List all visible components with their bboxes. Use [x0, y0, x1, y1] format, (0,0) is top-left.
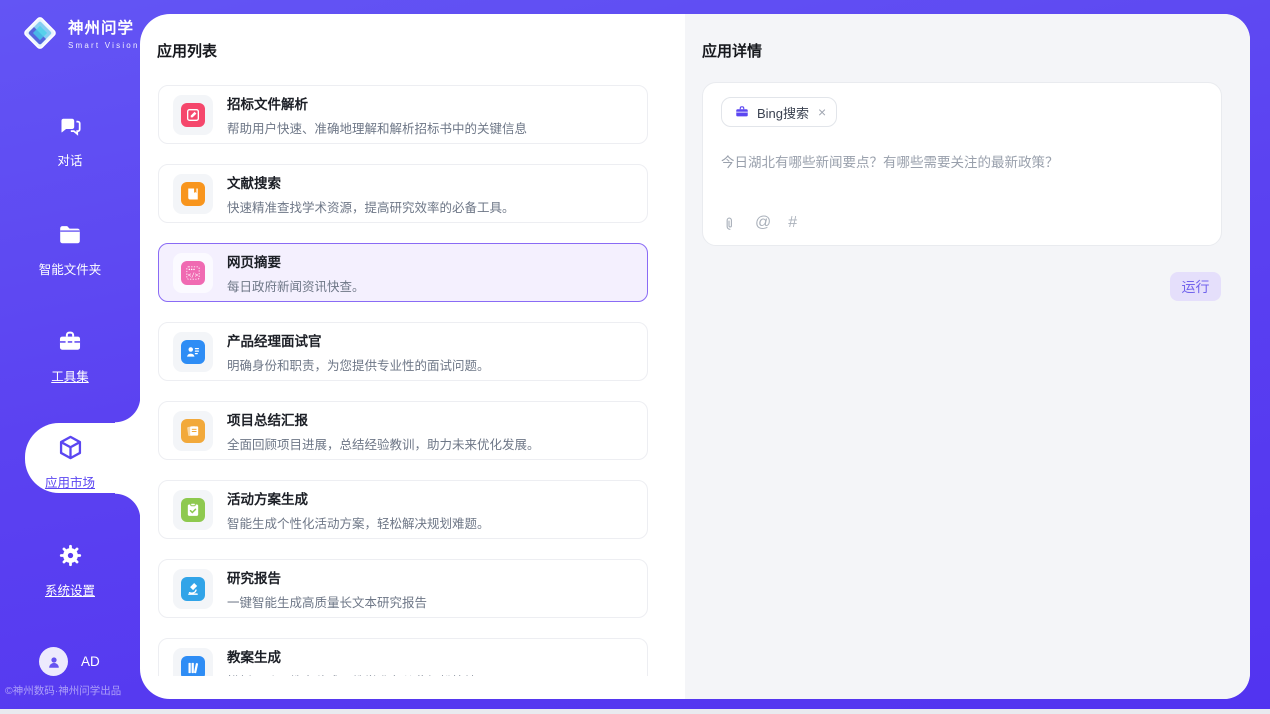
sidebar-item-folder[interactable]: 智能文件夹 [0, 221, 140, 278]
sidebar-item-gear[interactable]: 系统设置 [0, 541, 140, 599]
avatar [39, 647, 68, 676]
app-icon-tile [173, 95, 213, 135]
main-panel: 应用列表 招标文件解析 帮助用户快速、准确地理解和解析招标书中的关键信息 文献搜… [140, 14, 1250, 699]
brand-name: 神州问学 [68, 20, 134, 37]
sidebar-item-chat[interactable]: 对话 [0, 112, 140, 169]
paperclip-icon[interactable] [721, 215, 738, 232]
diamond-logo-icon [20, 13, 60, 53]
app-icon-tile [173, 569, 213, 609]
app-card[interactable]: </> 网页摘要 每日政府新闻资讯快查。 [158, 243, 648, 302]
briefcase-icon [734, 104, 750, 120]
sidebar-footer: ©神州数码·神州问学出品 [5, 683, 140, 698]
app-list: 招标文件解析 帮助用户快速、准确地理解和解析招标书中的关键信息 文献搜索 快速精… [158, 82, 648, 676]
page-bottom-strip [0, 709, 1270, 714]
chat-icon [56, 112, 84, 140]
app-list-title: 应用列表 [157, 40, 217, 61]
mention-icon[interactable]: @ [755, 214, 771, 232]
app-icon-tile [173, 411, 213, 451]
app-icon-tile [173, 490, 213, 530]
app-detail-title: 应用详情 [702, 40, 762, 61]
cube-icon [56, 433, 85, 462]
app-icon-tile [173, 174, 213, 214]
user-avatar-icon [45, 653, 63, 671]
app-icon-tile [173, 332, 213, 372]
brand-subtitle: Smart Vision [68, 41, 140, 50]
hash-icon[interactable]: # [788, 214, 797, 232]
app-logo: 神州问学 Smart Vision [20, 13, 140, 53]
app-card[interactable]: 产品经理面试官 明确身份和职责，为您提供专业性的面试问题。 [158, 322, 648, 381]
app-icon-tile: </> [173, 253, 213, 293]
sidebar-item-toolbox[interactable]: 工具集 [0, 328, 140, 385]
app-card[interactable]: 研究报告 一键智能生成高质量长文本研究报告 [158, 559, 648, 618]
run-button[interactable]: 运行 [1170, 272, 1221, 301]
microscope-icon [181, 577, 205, 601]
sidebar-item-cube[interactable]: 应用市场 [0, 433, 140, 491]
svg-text:</>: </> [188, 272, 199, 278]
composer-tools: @ # [721, 214, 797, 232]
tool-chip-bing-search[interactable]: Bing搜索 × [721, 97, 837, 127]
app-card[interactable]: 文献搜索 快速精准查找学术资源，提高研究效率的必备工具。 [158, 164, 648, 223]
clipboard-check-icon [181, 498, 205, 522]
app-card[interactable]: 招标文件解析 帮助用户快速、准确地理解和解析招标书中的关键信息 [158, 85, 648, 144]
app-card[interactable]: 教案生成 模板驱动，教案秒成，教学准备从此轻松快捷 [158, 638, 648, 676]
app-detail-section: 应用详情 Bing搜索 × 今日湖北有哪些新闻要点？有哪些需要关注的最新政策？ … [685, 14, 1250, 699]
interviewer-icon [181, 340, 205, 364]
toolbox-icon [56, 328, 84, 356]
notes-icon [181, 419, 205, 443]
user-name: AD [81, 654, 100, 669]
books-icon [181, 656, 205, 677]
close-icon[interactable]: × [818, 105, 826, 119]
query-text[interactable]: 今日湖北有哪些新闻要点？有哪些需要关注的最新政策？ [721, 151, 1203, 171]
webpage-code-icon: </> [181, 261, 205, 285]
app-card[interactable]: 项目总结汇报 全面回顾项目进展，总结经验教训，助力未来优化发展。 [158, 401, 648, 460]
tool-chip-label: Bing搜索 [757, 103, 809, 122]
app-icon-tile [173, 648, 213, 677]
literature-book-icon [181, 182, 205, 206]
gear-icon [56, 541, 85, 570]
app-card[interactable]: 活动方案生成 智能生成个性化活动方案，轻松解决规划难题。 [158, 480, 648, 539]
user-account[interactable]: AD [39, 647, 100, 676]
prompt-input-area[interactable]: Bing搜索 × 今日湖北有哪些新闻要点？有哪些需要关注的最新政策？ @ # [702, 82, 1222, 246]
folder-icon [56, 221, 84, 249]
tender-edit-icon [181, 103, 205, 127]
